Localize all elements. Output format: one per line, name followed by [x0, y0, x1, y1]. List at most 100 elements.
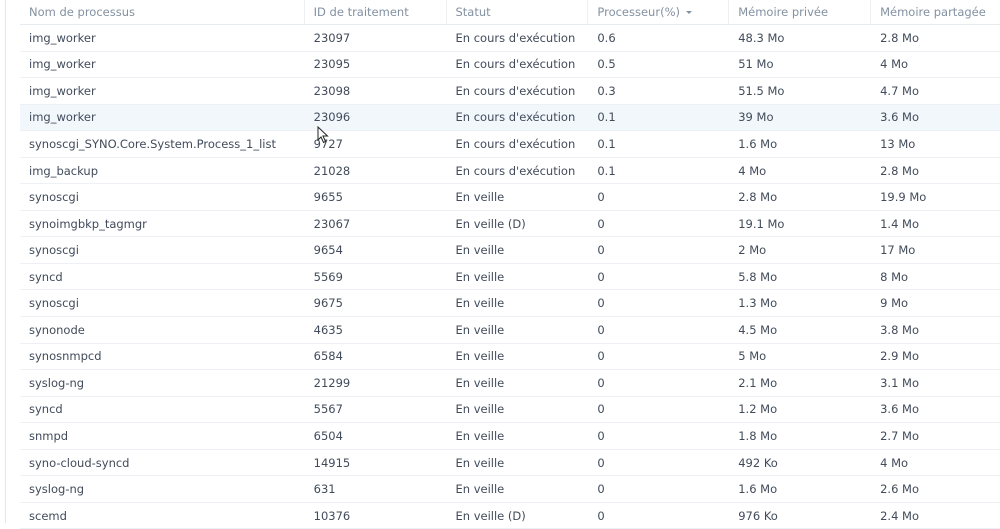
col-cpu-cell: 0.1	[597, 136, 616, 151]
col-shared-memory-cell: 1.4 Mo	[880, 216, 919, 231]
table-row[interactable]: synoscgi 9654 En veille 0 2 Mo 17 Mo	[20, 237, 1000, 264]
col-status-cell: En veille (D)	[455, 216, 526, 231]
col-cpu-cell: 0.1	[597, 110, 616, 125]
col-pid-cell: 6584	[313, 349, 343, 364]
col-shared-memory-cell: 4.7 Mo	[880, 83, 919, 98]
col-process-name-cell: scemd	[29, 508, 67, 523]
col-status-cell: En veille	[455, 428, 505, 443]
header-label: Nom de processus	[29, 5, 135, 19]
col-process-name-cell: snmpd	[29, 428, 69, 443]
header-label: Mémoire partagée	[880, 5, 986, 19]
header-col-process-name[interactable]: Nom de processus	[20, 0, 305, 24]
col-status-cell: En veille	[455, 349, 505, 364]
col-pid-cell: 23097	[313, 30, 351, 45]
col-private-memory-cell: 2.8 Mo	[738, 190, 778, 205]
col-cpu-cell: 0	[597, 190, 605, 205]
table-row[interactable]: synosnmpcd 6584 En veille 0 5 Mo 2.9 Mo	[20, 344, 1000, 371]
col-shared-memory-cell: 3.6 Mo	[880, 110, 919, 125]
col-private-memory-cell: 4.5 Mo	[738, 322, 778, 337]
col-pid-cell: 5567	[313, 402, 343, 417]
header-col-shared-memory[interactable]: Mémoire partagée	[871, 0, 1000, 24]
col-cpu-cell: 0	[597, 402, 605, 417]
col-cpu-cell: 0	[597, 269, 605, 284]
col-process-name-cell: synoscgi	[29, 190, 79, 205]
table-row[interactable]: synonode 4635 En veille 0 4.5 Mo 3.8 Mo	[20, 317, 1000, 344]
col-pid-cell: 9675	[313, 296, 343, 311]
table-row[interactable]: img_worker 23097 En cours d'exécution 0.6 48…	[20, 25, 1000, 52]
col-status-cell: En cours d'exécution	[455, 110, 576, 125]
table-row[interactable]: syslog-ng 631 En veille 0 1.6 Mo 2.6 Mo	[20, 476, 1000, 503]
col-private-memory-cell: 1.6 Mo	[738, 136, 778, 151]
table-row[interactable]: snmpd 6504 En veille 0 1.8 Mo 2.7 Mo	[20, 423, 1000, 450]
process-table: Nom de processus ID de traitement Statut Pr…	[20, 0, 1000, 529]
table-row[interactable]: synoimgbkp_tagmgr 23067 En veille (D) 0 19.1…	[20, 211, 1000, 238]
col-process-name-cell: img_worker	[29, 110, 96, 125]
table-row[interactable]: scemd 10376 En veille (D) 0 976 Ko 2.4 Mo	[20, 503, 1000, 529]
col-cpu-cell: 0	[597, 508, 605, 523]
col-status-cell: En veille	[455, 269, 505, 284]
col-cpu-cell: 0.5	[597, 57, 616, 72]
col-process-name-cell: img_worker	[29, 57, 96, 72]
col-status-cell: En veille	[455, 243, 505, 258]
header-col-cpu[interactable]: Processeur(%)	[588, 0, 730, 24]
col-private-memory-cell: 2.1 Mo	[738, 375, 778, 390]
col-pid-cell: 4635	[313, 322, 343, 337]
col-shared-memory-cell: 4 Mo	[880, 455, 909, 470]
col-status-cell: En veille	[455, 296, 505, 311]
col-status-cell: En cours d'exécution	[455, 30, 576, 45]
col-cpu-cell: 0.6	[597, 30, 616, 45]
col-status-cell: En veille	[455, 455, 505, 470]
col-private-memory-cell: 976 Ko	[738, 508, 778, 523]
table-row[interactable]: img_backup 21028 En cours d'exécution 0.1 4 …	[20, 158, 1000, 185]
table-row[interactable]: syncd 5569 En veille 0 5.8 Mo 8 Mo	[20, 264, 1000, 291]
col-process-name-cell: syno-cloud-syncd	[29, 455, 130, 470]
col-status-cell: En veille (D)	[455, 508, 526, 523]
table-row[interactable]: img_worker 23096 En cours d'exécution 0.1 39…	[20, 104, 1000, 132]
col-shared-memory-cell: 2.8 Mo	[880, 30, 919, 45]
header-label: Statut	[455, 5, 491, 19]
col-private-memory-cell: 51.5 Mo	[738, 83, 785, 98]
col-shared-memory-cell: 2.6 Mo	[880, 482, 919, 497]
table-row[interactable]: syncd 5567 En veille 0 1.2 Mo 3.6 Mo	[20, 397, 1000, 424]
col-private-memory-cell: 19.1 Mo	[738, 216, 785, 231]
col-cpu-cell: 0	[597, 455, 605, 470]
col-shared-memory-cell: 3.8 Mo	[880, 322, 919, 337]
table-row[interactable]: img_worker 23095 En cours d'exécution 0.5 51…	[20, 52, 1000, 79]
table-row[interactable]: synoscgi 9655 En veille 0 2.8 Mo 19.9 Mo	[20, 184, 1000, 211]
col-process-name-cell: synoscgi	[29, 243, 79, 258]
table-row[interactable]: img_worker 23098 En cours d'exécution 0.3 51…	[20, 78, 1000, 105]
col-pid-cell: 23095	[313, 57, 351, 72]
col-cpu-cell: 0	[597, 243, 605, 258]
header-col-private-memory[interactable]: Mémoire privée	[729, 0, 872, 24]
table-row[interactable]: synoscgi 9675 En veille 0 1.3 Mo 9 Mo	[20, 290, 1000, 318]
col-process-name-cell: syslog-ng	[29, 375, 85, 390]
col-shared-memory-cell: 19.9 Mo	[880, 190, 927, 205]
table-row[interactable]: synoscgi_SYNO.Core.System.Process_1_list…	[20, 131, 1000, 158]
mouse-cursor-icon	[317, 126, 329, 144]
col-process-name-cell: syslog-ng	[29, 482, 85, 497]
col-private-memory-cell: 1.8 Mo	[738, 428, 778, 443]
col-shared-memory-cell: 13 Mo	[880, 136, 916, 151]
table-row[interactable]: syno-cloud-syncd 14915 En veille 0 492 Ko 4 M…	[20, 450, 1000, 477]
col-status-cell: En veille	[455, 402, 505, 417]
header-col-status[interactable]: Statut	[447, 0, 589, 24]
col-cpu-cell: 0	[597, 375, 605, 390]
header-col-pid[interactable]: ID de traitement	[305, 0, 447, 24]
col-pid-cell: 6504	[313, 428, 343, 443]
col-pid-cell: 23098	[313, 83, 351, 98]
col-process-name-cell: syncd	[29, 269, 63, 284]
col-shared-memory-cell: 17 Mo	[880, 243, 916, 258]
col-pid-cell: 14915	[313, 455, 351, 470]
col-cpu-cell: 0	[597, 216, 605, 231]
col-shared-memory-cell: 8 Mo	[880, 269, 909, 284]
col-cpu-cell: 0	[597, 482, 605, 497]
col-status-cell: En cours d'exécution	[455, 57, 576, 72]
col-private-memory-cell: 51 Mo	[738, 57, 774, 72]
table-row[interactable]: syslog-ng 21299 En veille 0 2.1 Mo 3.1 Mo	[20, 370, 1000, 397]
panel-border	[5, 0, 6, 523]
col-process-name-cell: synoimgbkp_tagmgr	[29, 216, 147, 231]
col-shared-memory-cell: 9 Mo	[880, 296, 909, 311]
header-label: ID de traitement	[313, 5, 409, 19]
col-pid-cell: 21028	[313, 163, 351, 178]
col-pid-cell: 9654	[313, 243, 343, 258]
